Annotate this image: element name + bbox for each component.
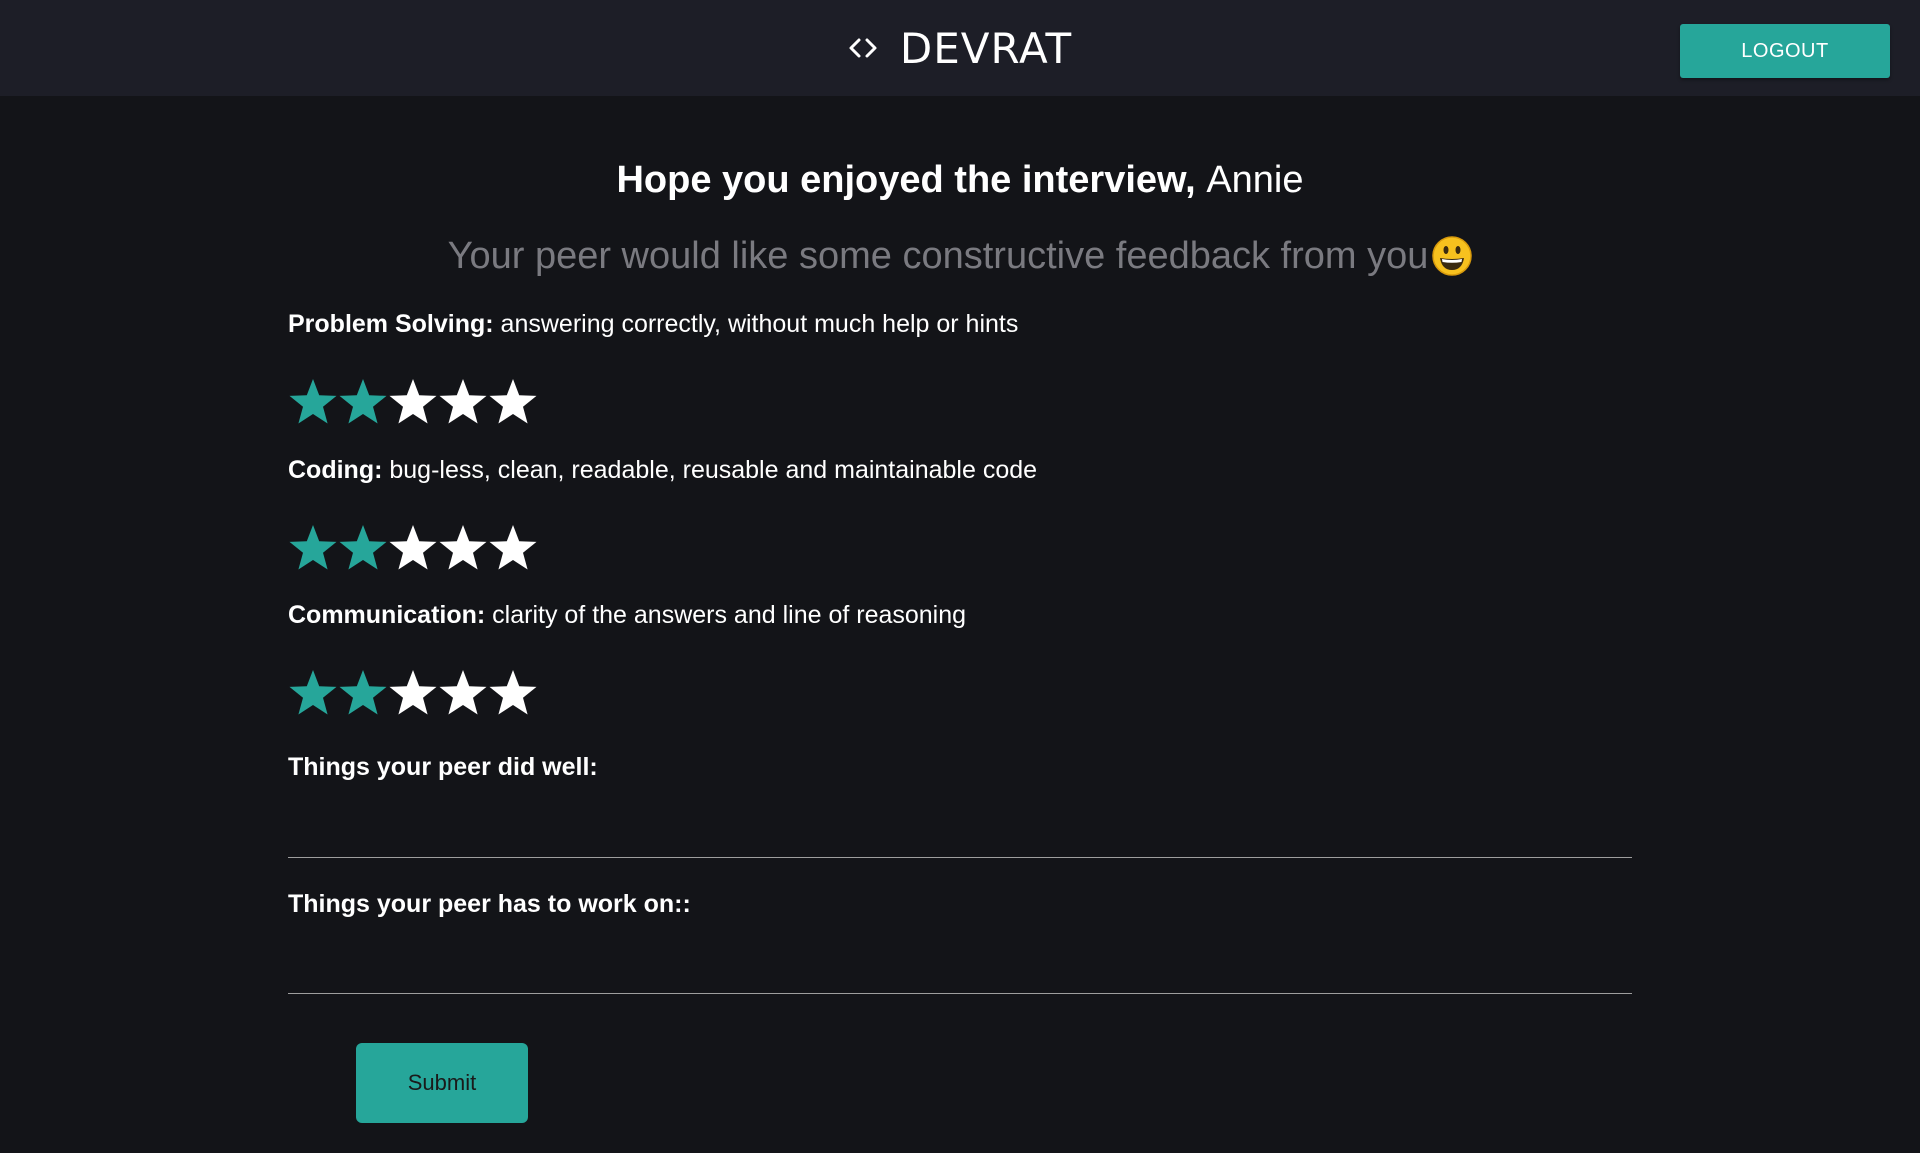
- star-empty-icon[interactable]: [388, 376, 438, 426]
- criterion-description: clarity of the answers and line of reaso…: [492, 601, 967, 629]
- criterion-description: answering correctly, without much help o…: [500, 310, 1019, 338]
- criterion-communication: Communication: clarity of the answers an…: [288, 599, 966, 631]
- criterion-title: Coding:: [288, 456, 383, 484]
- did-well-input[interactable]: [288, 812, 1632, 858]
- work-on-input[interactable]: [288, 948, 1632, 994]
- page-title: Hope you enjoyed the interview, Annie: [288, 156, 1632, 204]
- rating-communication: [288, 667, 538, 717]
- page-title-text: Hope you enjoyed the interview,: [616, 159, 1196, 201]
- brand-logo[interactable]: DEVRAT: [0, 0, 1920, 96]
- criterion-title: Communication:: [288, 601, 486, 629]
- star-empty-icon[interactable]: [438, 522, 488, 572]
- star-filled-icon[interactable]: [288, 667, 338, 717]
- rating-problem-solving: [288, 376, 538, 426]
- brand-name: DEVRAT: [899, 23, 1073, 73]
- star-empty-icon[interactable]: [438, 376, 488, 426]
- star-empty-icon[interactable]: [488, 667, 538, 717]
- criterion-description: bug-less, clean, readable, reusable and …: [389, 456, 1038, 484]
- star-empty-icon[interactable]: [488, 376, 538, 426]
- navbar: DEVRAT LOGOUT: [0, 0, 1920, 96]
- user-name: Annie: [1206, 159, 1304, 201]
- work-on-label: Things your peer has to work on::: [288, 890, 691, 918]
- submit-button[interactable]: Submit: [356, 1043, 528, 1123]
- code-brackets-icon: [849, 38, 877, 58]
- criterion-title: Problem Solving:: [288, 310, 494, 338]
- did-well-label: Things your peer did well:: [288, 753, 598, 781]
- page-subtitle-text: Your peer would like some constructive f…: [447, 235, 1429, 277]
- logout-button[interactable]: LOGOUT: [1680, 24, 1890, 78]
- grinning-face-icon: [1432, 236, 1473, 276]
- star-empty-icon[interactable]: [438, 667, 488, 717]
- star-filled-icon[interactable]: [288, 376, 338, 426]
- star-filled-icon[interactable]: [338, 522, 388, 572]
- star-empty-icon[interactable]: [488, 522, 538, 572]
- star-filled-icon[interactable]: [288, 522, 338, 572]
- criterion-coding: Coding: bug-less, clean, readable, reusa…: [288, 454, 1037, 486]
- criterion-problem-solving: Problem Solving: answering correctly, wi…: [288, 308, 1018, 340]
- page-subtitle: Your peer would like some constructive f…: [288, 232, 1632, 280]
- star-filled-icon[interactable]: [338, 667, 388, 717]
- star-empty-icon[interactable]: [388, 667, 438, 717]
- star-filled-icon[interactable]: [338, 376, 388, 426]
- star-empty-icon[interactable]: [388, 522, 438, 572]
- rating-coding: [288, 522, 538, 572]
